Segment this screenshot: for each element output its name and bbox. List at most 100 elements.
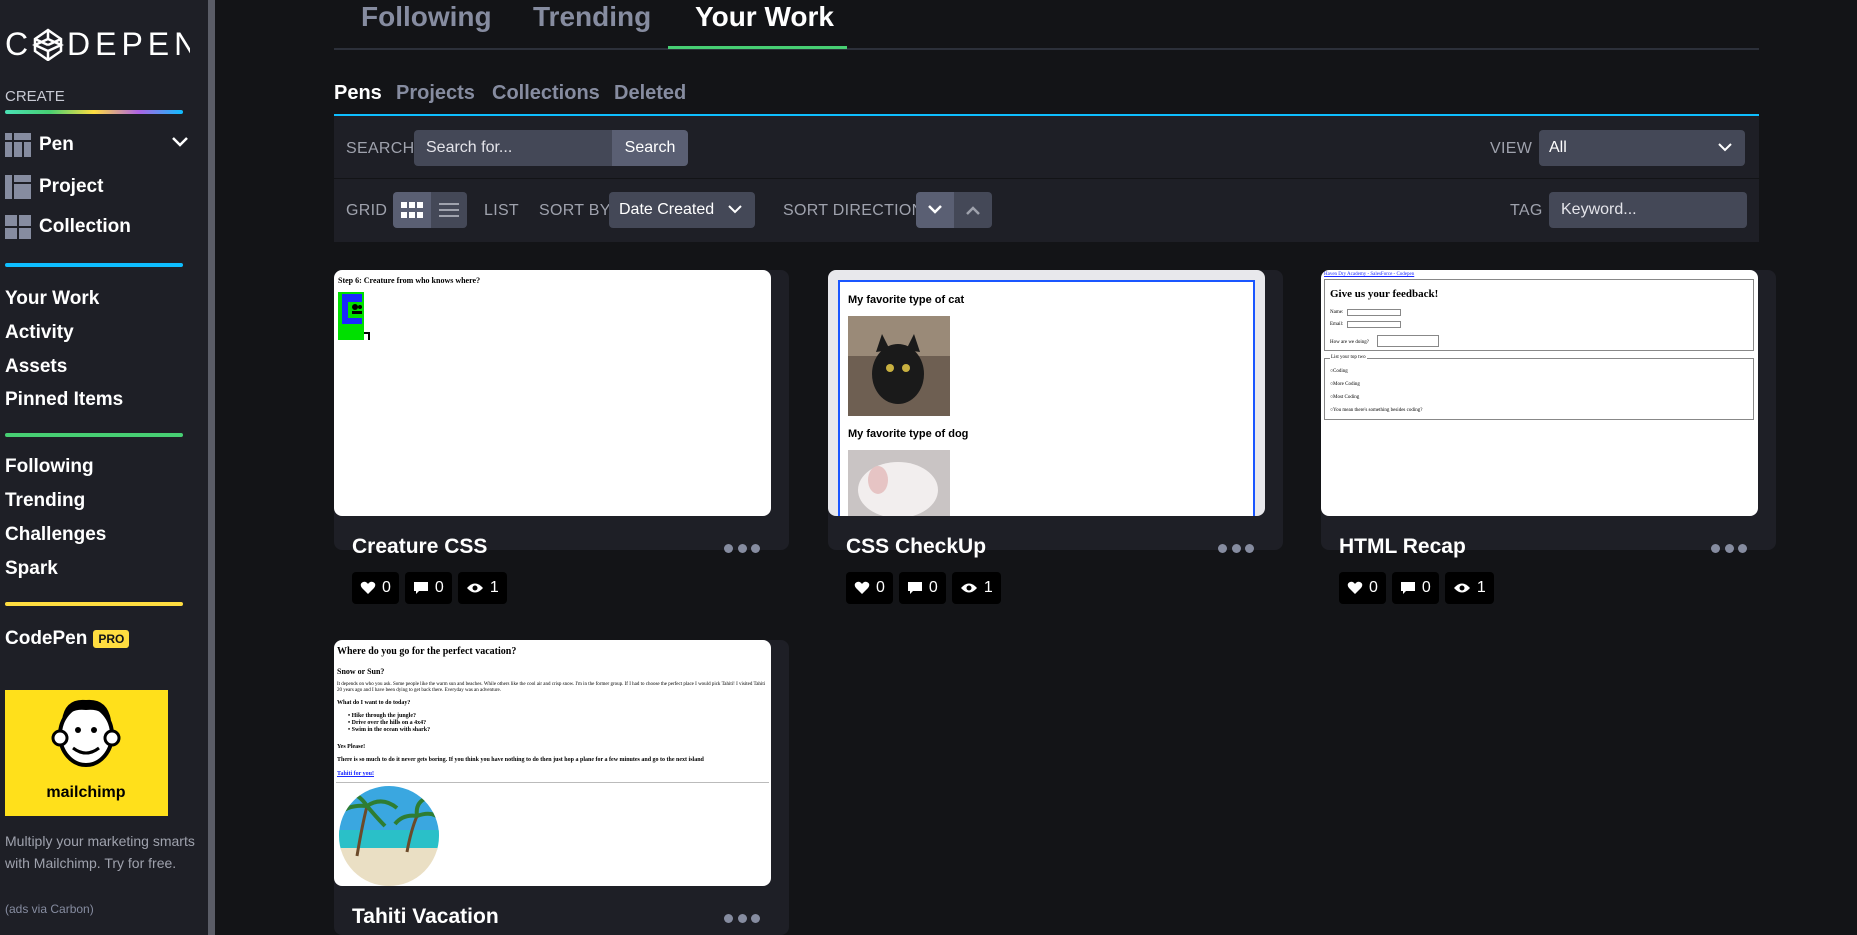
project-grid-icon (5, 175, 31, 199)
create-pen-button[interactable]: Pen (5, 130, 190, 160)
subtab-projects[interactable]: Projects (396, 82, 475, 105)
tab-your-work[interactable]: Your Work (695, 1, 834, 33)
create-collection-button[interactable]: Collection (5, 212, 190, 242)
create-project-button[interactable]: Project (5, 172, 190, 202)
chevron-down-icon[interactable] (170, 135, 190, 149)
app-root: C DEPEN CREATE Pen Project Collection Yo… (0, 0, 1857, 935)
more-options-button[interactable] (724, 540, 760, 556)
search-input[interactable] (414, 130, 612, 166)
views-stat: 1 (457, 572, 507, 604)
sort-by-value: Date Created (619, 201, 715, 218)
pen-title[interactable]: HTML Recap (1339, 535, 1466, 559)
eye-icon (960, 583, 977, 593)
sort-direction-label: SORT DIRECTION (783, 202, 924, 219)
preview-email-field (1347, 321, 1401, 328)
pen-preview[interactable]: Haven Dry Academy - SalesForce - Codepen… (1321, 270, 1758, 516)
comment-button[interactable]: 0 (404, 572, 452, 604)
preview-hr (336, 782, 769, 783)
like-count: 0 (382, 579, 391, 596)
svg-text:DEPEN: DEPEN (67, 26, 190, 61)
heart-icon (854, 581, 870, 594)
subtab-collections[interactable]: Collections (492, 82, 600, 105)
sub-tabs: Pens Projects Collections Deleted (334, 82, 1759, 118)
preview-option: ○You mean there's something besides codi… (1330, 408, 1423, 413)
pen-preview[interactable]: Where do you go for the perfect vacation… (334, 640, 771, 886)
more-options-button[interactable] (1218, 540, 1254, 556)
subtab-deleted[interactable]: Deleted (614, 82, 686, 105)
pen-card[interactable]: Haven Dry Academy - SalesForce - Codepen… (1321, 270, 1776, 604)
codepen-pro-link[interactable]: CodePen PRO (5, 628, 130, 650)
nav-pinned-items[interactable]: Pinned Items (5, 389, 123, 411)
codepen-logo[interactable]: C DEPEN (5, 25, 190, 61)
view-label: VIEW (1490, 140, 1533, 157)
chevron-down-icon (928, 205, 942, 214)
preview-frame: My favorite type of cat My favorite type… (838, 280, 1255, 516)
preview-email-label: Email: (1330, 322, 1344, 327)
ad-text[interactable]: Multiply your marketing smarts with Mail… (5, 830, 195, 874)
nav-following[interactable]: Following (5, 456, 94, 478)
pen-title[interactable]: CSS CheckUp (846, 535, 986, 559)
more-options-button[interactable] (724, 910, 760, 926)
list-view-button[interactable] (431, 192, 467, 228)
views-stat: 1 (951, 572, 1001, 604)
pen-stats: 0 0 1 (846, 572, 1001, 604)
preview-list: • Hike through the jungle? • Drive over … (348, 713, 431, 733)
ad-via[interactable]: (ads via Carbon) (5, 902, 94, 916)
preview-name-label: Name: (1330, 310, 1344, 315)
tab-following[interactable]: Following (361, 1, 492, 33)
nav-spark[interactable]: Spark (5, 558, 58, 580)
nav-assets[interactable]: Assets (5, 356, 67, 378)
subtab-pens[interactable]: Pens (334, 82, 382, 105)
pen-preview[interactable]: My favorite type of cat My favorite type… (828, 270, 1265, 516)
preview-boring: There is so much to do it never gets bor… (337, 757, 704, 763)
pen-title[interactable]: Creature CSS (352, 535, 487, 559)
nav-your-work[interactable]: Your Work (5, 288, 99, 310)
pen-card[interactable]: My favorite type of cat My favorite type… (828, 270, 1283, 604)
ad-image[interactable]: mailchimp (5, 690, 168, 816)
pen-title[interactable]: Tahiti Vacation (352, 905, 499, 929)
dog-photo (848, 450, 950, 516)
view-select[interactable]: All (1539, 130, 1745, 166)
like-button[interactable]: 0 (846, 572, 893, 604)
eye-icon (1453, 583, 1470, 593)
sort-ascending-button[interactable] (954, 192, 992, 228)
preview-legend: List your top two (1330, 355, 1367, 360)
codepen-pro-label: CodePen (5, 628, 88, 649)
comment-count: 0 (1421, 579, 1431, 596)
search-button[interactable]: Search (612, 130, 688, 166)
comment-button[interactable]: 0 (898, 572, 946, 604)
tag-input[interactable] (1549, 192, 1747, 228)
comment-count: 0 (434, 579, 444, 596)
controls-divider (334, 178, 1759, 179)
sidebar-scrollbar[interactable] (208, 0, 215, 935)
list-icon (439, 203, 459, 217)
like-button[interactable]: 0 (352, 572, 399, 604)
nav-divider-blue (5, 263, 183, 267)
ad-brand: mailchimp (46, 784, 125, 801)
pro-badge: PRO (93, 630, 130, 648)
more-options-button[interactable] (1711, 540, 1747, 556)
grid-icon (401, 202, 423, 218)
chevron-down-icon (728, 205, 742, 214)
heart-icon (1347, 581, 1363, 594)
comment-button[interactable]: 0 (1391, 572, 1439, 604)
like-button[interactable]: 0 (1339, 572, 1386, 604)
pen-card[interactable]: Step 6: Creature from who knows where? C… (334, 270, 789, 604)
view-count: 1 (983, 579, 993, 596)
pen-preview[interactable]: Step 6: Creature from who knows where? (334, 270, 771, 516)
sort-descending-button[interactable] (916, 192, 954, 228)
sort-by-select[interactable]: Date Created (609, 192, 755, 228)
nav-trending[interactable]: Trending (5, 490, 85, 512)
svg-text:C: C (5, 26, 32, 61)
pen-card[interactable]: Where do you go for the perfect vacation… (334, 640, 789, 935)
view-count: 1 (1476, 579, 1486, 596)
grid-view-button[interactable] (393, 192, 431, 228)
tab-trending[interactable]: Trending (533, 1, 651, 33)
sort-by-label: SORT BY (539, 202, 611, 219)
comment-icon (907, 582, 922, 594)
nav-challenges[interactable]: Challenges (5, 524, 106, 546)
nav-activity[interactable]: Activity (5, 322, 74, 344)
view-count: 1 (489, 579, 499, 596)
sidebar: C DEPEN CREATE Pen Project Collection Yo… (0, 0, 208, 935)
pen-stats: 0 0 1 (1339, 572, 1494, 604)
